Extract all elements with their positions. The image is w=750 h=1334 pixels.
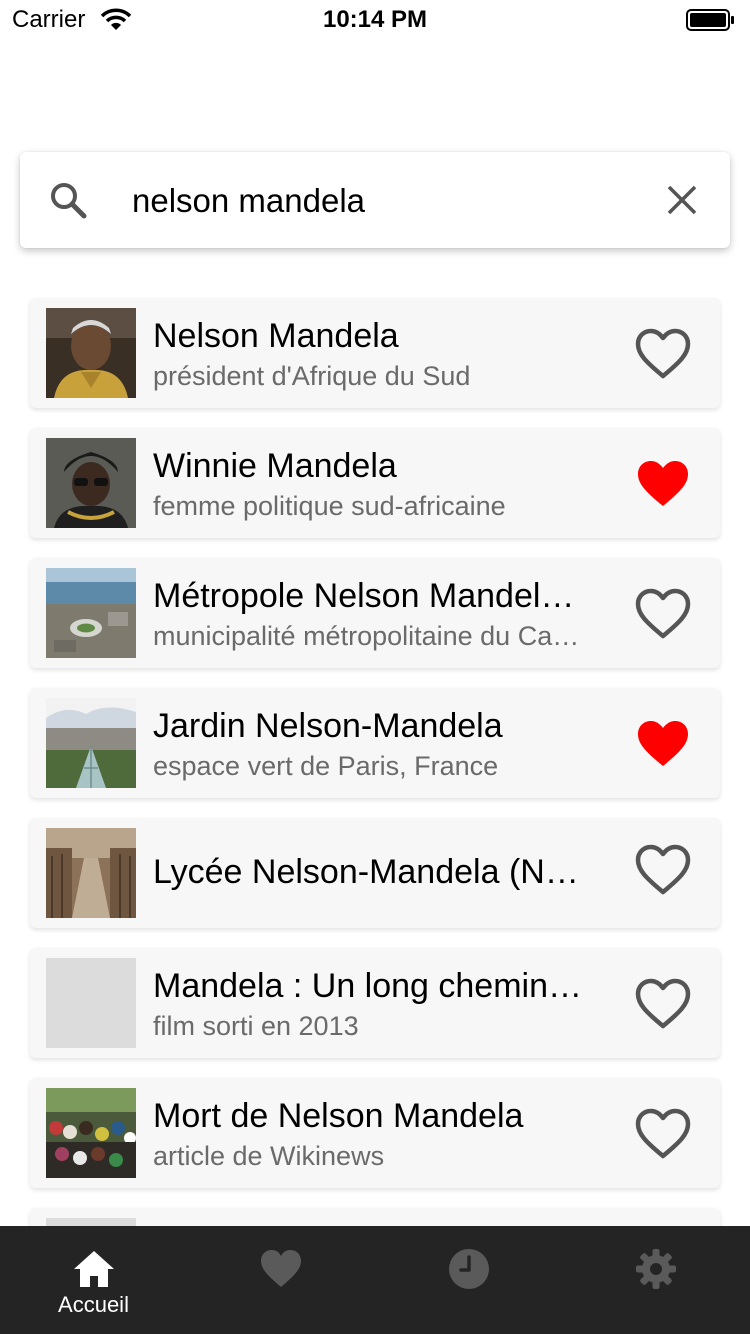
favorite-button[interactable]: [634, 844, 692, 896]
search-icon: [51, 183, 87, 219]
search-input[interactable]: [132, 178, 632, 224]
result-subtitle: femme politique sud-africaine: [153, 491, 506, 521]
favorite-button[interactable]: [634, 718, 692, 770]
tab-bar: Accueil: [0, 1226, 750, 1334]
tab-home[interactable]: Accueil: [0, 1226, 187, 1334]
result-subtitle: espace vert de Paris, France: [153, 751, 499, 781]
battery-icon: [686, 9, 734, 31]
tab-history[interactable]: [375, 1226, 562, 1334]
result-title: Mort de Nelson Mandela: [153, 1097, 524, 1135]
home-icon: [74, 1251, 114, 1287]
favorite-button[interactable]: [634, 1108, 692, 1160]
heart-outline-icon: [635, 978, 691, 1029]
heart-outline-icon: [635, 844, 691, 895]
thumbnail-image: [46, 568, 136, 658]
tab-label: Accueil: [58, 1292, 129, 1317]
heart-filled-icon: [638, 721, 688, 766]
thumbnail-image: [46, 1088, 136, 1178]
tab-settings[interactable]: [562, 1226, 749, 1334]
heart-outline-icon: [635, 588, 691, 639]
heart-outline-icon: [635, 328, 691, 379]
favorite-button[interactable]: [634, 328, 692, 380]
status-bar: Carrier 10:14 PM: [0, 0, 750, 40]
close-icon[interactable]: [664, 182, 700, 218]
list-item[interactable]: Jardin Nelson-Mandela espace vert de Par…: [30, 688, 720, 798]
thumbnail-image: [46, 438, 136, 528]
favorite-button[interactable]: [634, 458, 692, 510]
result-title: Winnie Mandela: [153, 447, 397, 485]
thumbnail-image: [46, 308, 136, 398]
tab-favorites[interactable]: [187, 1226, 374, 1334]
list-item[interactable]: Métropole Nelson Mandel… municipalité mé…: [30, 558, 720, 668]
status-time: 10:14 PM: [322, 6, 428, 33]
favorite-button[interactable]: [634, 588, 692, 640]
result-subtitle: article de Wikinews: [153, 1141, 385, 1171]
thumbnail-image: [46, 828, 136, 918]
list-item[interactable]: Mandela : Un long chemin… film sorti en …: [30, 948, 720, 1058]
result-subtitle: film sorti en 2013: [153, 1011, 359, 1041]
result-title: Lycée Nelson-Mandela (N…: [153, 853, 579, 891]
result-title: Mandela : Un long chemin…: [153, 967, 583, 1005]
heart-outline-icon: [635, 1108, 691, 1159]
list-item[interactable]: Winnie Mandela femme politique sud-afric…: [30, 428, 720, 538]
list-item[interactable]: Mort de Nelson Mandela article de Wikine…: [30, 1078, 720, 1188]
thumbnail-image: [46, 698, 136, 788]
result-title: Nelson Mandela: [153, 317, 399, 355]
result-subtitle: président d'Afrique du Sud: [153, 361, 471, 391]
heart-icon: [261, 1250, 301, 1287]
thumbnail-placeholder: [46, 958, 136, 1048]
result-title: Métropole Nelson Mandel…: [153, 577, 575, 615]
favorite-button[interactable]: [634, 978, 692, 1030]
heart-filled-icon: [638, 461, 688, 506]
list-item[interactable]: Lycée Nelson-Mandela (N…: [30, 818, 720, 928]
result-subtitle: municipalité métropolitaine du Ca…: [153, 621, 580, 651]
clock-icon: [449, 1249, 489, 1289]
gear-icon: [636, 1249, 676, 1289]
list-item[interactable]: Nelson Mandela président d'Afrique du Su…: [30, 298, 720, 408]
result-title: Jardin Nelson-Mandela: [153, 707, 503, 745]
